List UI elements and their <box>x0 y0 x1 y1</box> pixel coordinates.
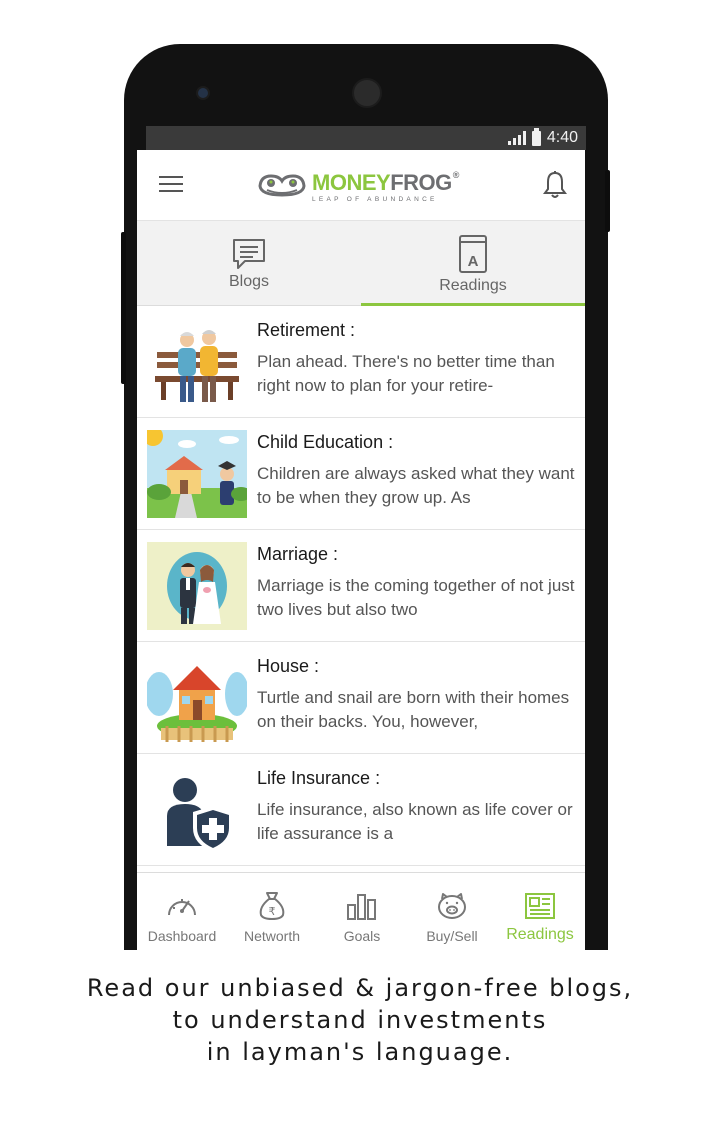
elderly-couple-bench-image <box>155 330 239 402</box>
person-shield-image <box>167 778 233 852</box>
nav-dashboard-label: Dashboard <box>147 928 217 944</box>
item-description: Turtle and snail are born with their hom… <box>257 688 570 731</box>
bottom-navigation: Dashboard ₹ Networth Goals Buy/Sell Read… <box>137 872 585 950</box>
logo-wordmark: MONEYFROG® <box>312 170 459 195</box>
book-icon: A <box>459 235 487 273</box>
item-title: Life Insurance : <box>257 768 381 788</box>
list-item[interactable]: Marriage : Marriage is the coming togeth… <box>137 530 585 642</box>
svg-text:A: A <box>468 253 479 270</box>
blog-icon <box>233 239 265 269</box>
list-item[interactable]: House : Turtle and snail are born with t… <box>137 642 585 754</box>
nav-buy-sell[interactable]: Buy/Sell <box>407 873 497 950</box>
nav-readings-label: Readings <box>506 926 574 943</box>
cottage-house-image <box>147 666 247 742</box>
nav-goals[interactable]: Goals <box>317 873 407 950</box>
item-description: Life insurance, also known as life cover… <box>257 800 573 843</box>
speedometer-icon <box>168 899 196 916</box>
item-description: Marriage is the coming together of not j… <box>257 576 575 619</box>
newspaper-icon <box>525 893 555 919</box>
wedding-couple-image <box>147 542 247 630</box>
nav-goals-label: Goals <box>343 928 381 944</box>
volume-button <box>121 232 126 384</box>
signal-icon <box>507 131 526 145</box>
tab-blogs[interactable]: Blogs <box>137 221 361 305</box>
nav-networth[interactable]: ₹ Networth <box>227 873 317 950</box>
bell-icon[interactable] <box>541 170 569 200</box>
app-screen: MONEYFROG® LEAP OF ABUNDANCE Blogs A Rea… <box>137 150 585 950</box>
logo-tagline: LEAP OF ABUNDANCE <box>312 196 438 203</box>
item-title: Retirement : <box>257 320 356 340</box>
tab-readings-label: Readings <box>439 277 507 294</box>
readings-tabs: Blogs A Readings <box>137 221 585 306</box>
power-button <box>605 170 610 232</box>
item-title: Child Education : <box>257 432 394 452</box>
item-description: Plan ahead. There's no better time than … <box>257 352 555 395</box>
nav-networth-label: Networth <box>243 928 301 944</box>
svg-text:₹: ₹ <box>269 905 276 918</box>
front-camera <box>198 88 208 98</box>
caption-line-3: in layman's language. <box>206 1038 514 1066</box>
app-bar: MONEYFROG® LEAP OF ABUNDANCE <box>137 150 585 221</box>
bar-chart-icon <box>347 894 376 920</box>
status-bar: 4:40 <box>146 126 586 150</box>
hamburger-icon[interactable] <box>159 176 185 194</box>
tab-readings[interactable]: A Readings <box>361 221 585 305</box>
status-time: 4:40 <box>546 129 578 146</box>
moneyfrog-logo: MONEYFROG® LEAP OF ABUNDANCE <box>257 168 467 203</box>
money-bag-icon: ₹ <box>259 892 285 921</box>
item-title: Marriage : <box>257 544 339 564</box>
tab-blogs-label: Blogs <box>228 273 270 290</box>
promo-caption: Read our unbiased & jargon-free blogs, t… <box>0 972 720 1068</box>
list-item[interactable]: Life Insurance : Life insurance, also kn… <box>137 754 585 866</box>
caption-line-1: Read our unbiased & jargon-free blogs, <box>86 974 634 1002</box>
battery-icon <box>531 127 541 146</box>
nav-buy-sell-label: Buy/Sell <box>426 928 478 944</box>
readings-list: Retirement : Plan ahead. There's no bett… <box>137 306 585 866</box>
item-title: House : <box>257 656 320 676</box>
piggy-bank-icon <box>438 893 466 919</box>
nav-dashboard[interactable]: Dashboard <box>137 873 227 950</box>
frog-logo-icon <box>258 174 306 197</box>
list-item[interactable]: Child Education : Children are always as… <box>137 418 585 530</box>
item-description: Children are always asked what they want… <box>257 464 575 507</box>
school-graduate-image <box>147 430 247 518</box>
nav-readings[interactable]: Readings <box>495 873 585 950</box>
earpiece-speaker <box>352 78 382 108</box>
caption-line-2: to understand investments <box>172 1006 548 1034</box>
list-item[interactable]: Retirement : Plan ahead. There's no bett… <box>137 306 585 418</box>
